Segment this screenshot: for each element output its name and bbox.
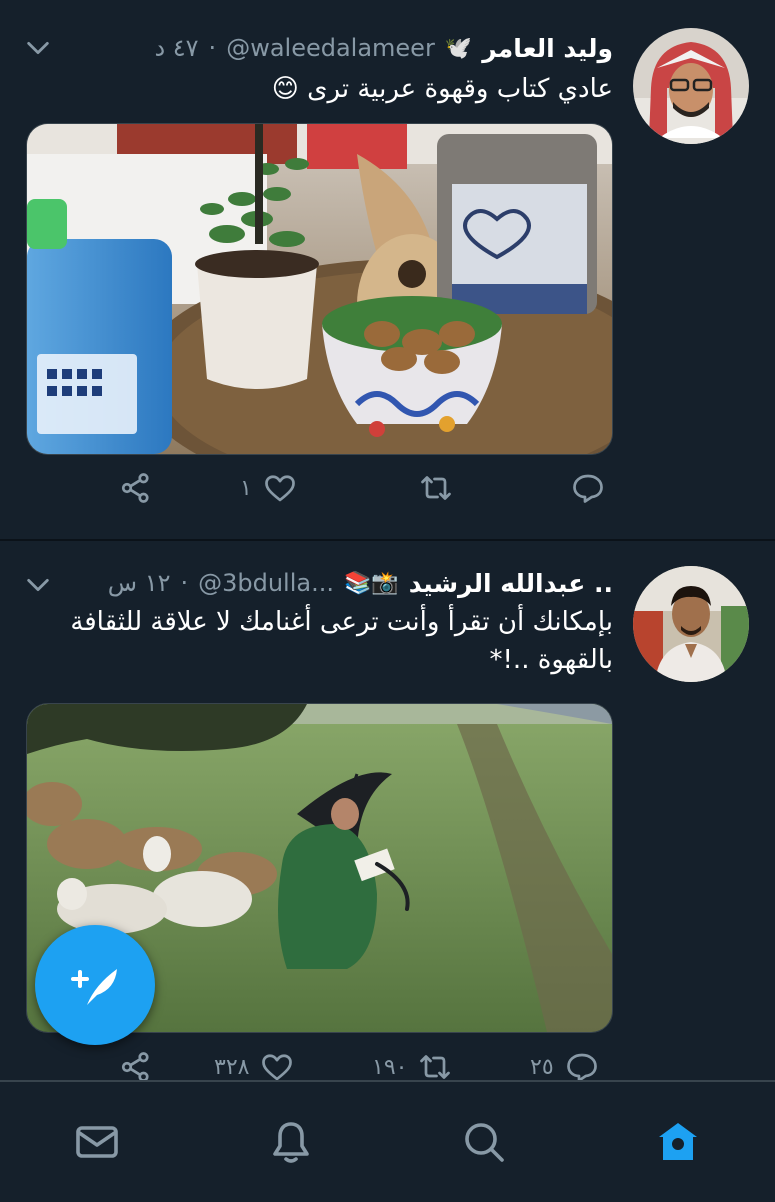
tweet-image[interactable]: [26, 123, 613, 455]
chevron-down-icon[interactable]: [24, 34, 52, 62]
retweet-icon: [421, 476, 451, 500]
mail-icon[interactable]: [73, 1118, 121, 1166]
name-emoji: 📚📸: [344, 570, 399, 596]
separator-dot: ·: [180, 569, 189, 597]
tweet-timestamp[interactable]: ٤٧ د: [154, 34, 198, 62]
share-icon: [121, 473, 149, 503]
reply-icon: [573, 474, 603, 503]
search-icon[interactable]: [460, 1118, 508, 1166]
name-emoji: 🕊️: [444, 35, 473, 61]
share-button[interactable]: [118, 470, 154, 506]
separator-dot: ·: [208, 34, 217, 62]
avatar[interactable]: [633, 566, 749, 682]
tweet-text: عادي كتاب وقهوة عربية ترى 😊: [271, 74, 613, 104]
tweet-header: وليد العامر 🕊️ @waleedalameer · ٤٧ د: [70, 28, 613, 68]
tweet-timestamp[interactable]: ١٢ س: [108, 569, 171, 597]
tweet[interactable]: وليد العامر 🕊️ @waleedalameer · ٤٧ د عاد…: [0, 0, 775, 540]
chevron-down-icon[interactable]: [24, 571, 52, 599]
reply-button[interactable]: [570, 470, 616, 506]
bell-icon[interactable]: [267, 1118, 315, 1166]
heart-icon: [264, 475, 295, 502]
compose-tweet-button[interactable]: [35, 925, 155, 1045]
reply-count: ٢٥: [530, 1054, 554, 1080]
tweet-header: عبدالله الرشيد .. 📚📸 @3bdulla... · ١٢ س: [70, 563, 613, 603]
tweet-actions: ١: [0, 470, 775, 520]
display-name[interactable]: وليد العامر: [482, 34, 613, 63]
home-icon[interactable]: [654, 1118, 702, 1166]
like-count: ١: [240, 475, 252, 501]
like-button[interactable]: ١: [240, 470, 298, 506]
username-handle[interactable]: @3bdulla...: [198, 569, 334, 597]
username-handle[interactable]: @waleedalameer: [226, 34, 435, 62]
bottom-navigation: [0, 1080, 775, 1202]
retweet-button[interactable]: [418, 470, 464, 506]
avatar[interactable]: [633, 28, 749, 144]
retweet-count: ١٩٠: [372, 1054, 408, 1080]
like-count: ٣٢٨: [214, 1054, 250, 1080]
compose-tweet-icon: [71, 969, 117, 1005]
tweet-text: بإمكانك أن تقرأ وأنت ترعى أغنامك لا علاق…: [70, 607, 613, 675]
display-name[interactable]: عبدالله الرشيد ..: [409, 569, 613, 598]
